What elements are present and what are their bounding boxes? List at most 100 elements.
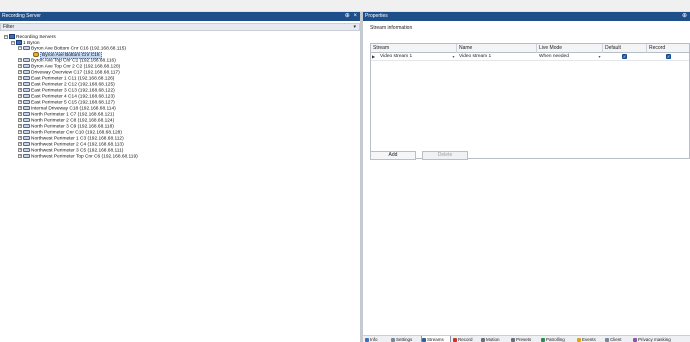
expand-icon[interactable]: +	[18, 64, 22, 68]
tree-node-label: East Perimeter 3 C13 (192.168.68.122)	[31, 88, 115, 94]
expand-icon[interactable]: +	[18, 154, 22, 158]
tree-node-label: Byron Ave Top Cnr 2 C2 (192.168.68.120)	[31, 64, 121, 70]
tab-label: Presets	[516, 337, 532, 342]
column-header-name[interactable]: Name	[457, 44, 537, 53]
tree-node-label: East Perimeter 5 C15 (192.168.68.127)	[31, 100, 115, 106]
expand-icon[interactable]: +	[18, 136, 22, 140]
tab-streams[interactable]: Streams	[421, 336, 451, 342]
properties-header: Properties ⊕	[363, 12, 690, 21]
tab-settings[interactable]: Settings	[391, 336, 419, 342]
tab-label: Motion	[486, 337, 500, 342]
tree-node-label: East Perimeter 4 C14 (192.168.68.123)	[31, 94, 115, 100]
camera-icon	[23, 130, 30, 134]
tree-node-label: North Perimeter 2 C8 (192.168.68.124)	[31, 118, 115, 124]
tab-privacy-masking[interactable]: Privacy masking	[633, 336, 677, 342]
column-header-default[interactable]: Default	[603, 44, 647, 53]
tab-label: Streams	[427, 337, 444, 342]
tree-node-label: North Perimeter 3 C9 (192.168.68.118)	[31, 124, 114, 130]
server-group-icon	[9, 34, 15, 39]
default-checkbox[interactable]: ✓	[622, 54, 627, 59]
expand-icon[interactable]: +	[18, 148, 22, 152]
tree-node-label: Northwest Perimeter 3 C5 (192.168.68.111…	[31, 148, 124, 154]
camera-icon	[23, 46, 30, 50]
tree-node-label: Byron Ave Bottom Cnr C16 (192.168.68.115…	[31, 46, 127, 52]
camera-icon	[23, 82, 30, 86]
tab-label: Record	[458, 337, 473, 342]
camera-icon	[23, 100, 30, 104]
tab-motion[interactable]: Motion	[481, 336, 509, 342]
record-checkbox[interactable]: ✓	[666, 54, 671, 59]
chevron-down-icon[interactable]: ▾	[597, 54, 602, 59]
chevron-down-icon[interactable]: ▾	[353, 24, 356, 30]
collapse-icon[interactable]: −	[18, 46, 22, 50]
close-icon[interactable]: ×	[353, 13, 357, 19]
camera-icon	[23, 88, 30, 92]
tab-info[interactable]: Info	[365, 336, 389, 342]
stream-table: Stream Name Live Mode Default Record ▶ V…	[370, 43, 690, 159]
info-tab-icon	[365, 337, 369, 342]
camera-icon	[23, 148, 30, 152]
column-header-record[interactable]: Record	[647, 44, 690, 53]
expand-icon[interactable]: +	[18, 130, 22, 134]
camera-icon	[23, 64, 30, 68]
column-header-stream[interactable]: Stream	[371, 44, 457, 53]
properties-pane: Properties ⊕ Stream information Stream N…	[363, 12, 690, 342]
name-cell[interactable]: Video stream 1	[457, 53, 537, 61]
expand-icon[interactable]: +	[18, 88, 22, 92]
tab-client[interactable]: Client	[605, 336, 631, 342]
camera-icon	[23, 154, 30, 158]
tab-label: Info	[370, 337, 378, 342]
recording-server-header: Recording Server ⊕ ×	[0, 12, 360, 21]
camera-icon	[23, 94, 30, 98]
tab-label: Events	[582, 337, 596, 342]
collapse-icon[interactable]: −	[4, 34, 8, 39]
live-mode-cell[interactable]: When needed ▾	[537, 53, 603, 61]
client-tab-icon	[605, 337, 609, 342]
table-row[interactable]: ▶ Video stream 1 ▾ Video stream 1 When n…	[371, 53, 689, 61]
tree-node-label: Driveway Overview C17 (192.168.68.117)	[31, 70, 120, 76]
pane-buttons: ⊕	[682, 12, 687, 21]
chevron-down-icon[interactable]: ▾	[451, 54, 456, 59]
presets-tab-icon	[511, 337, 515, 342]
column-header-live-mode[interactable]: Live Mode	[537, 44, 603, 53]
top-toolbar-strip	[0, 0, 690, 12]
pane-title: Recording Server	[2, 13, 41, 19]
tab-record[interactable]: Record	[453, 336, 479, 342]
patrolling-tab-icon	[541, 337, 545, 342]
stream-icon	[33, 52, 39, 57]
expand-icon[interactable]: +	[18, 58, 22, 62]
tab-label: Privacy masking	[638, 337, 671, 342]
camera-icon	[23, 124, 30, 128]
camera-icon	[23, 112, 30, 116]
expand-icon[interactable]: +	[18, 100, 22, 104]
delete-button[interactable]: Delete	[422, 151, 468, 160]
expand-icon[interactable]: +	[18, 70, 22, 74]
tab-presets[interactable]: Presets	[511, 336, 539, 342]
add-button[interactable]: Add	[370, 151, 416, 160]
pin-icon[interactable]: ⊕	[682, 13, 687, 19]
tree-node-label: Byron Ave Top Cnr C1 (192.168.68.116)	[31, 58, 116, 64]
expand-icon[interactable]: +	[18, 76, 22, 80]
tab-patrolling[interactable]: Patrolling	[541, 336, 575, 342]
camera-icon	[23, 58, 30, 62]
filter-bar[interactable]: Filter ▾	[0, 23, 360, 31]
tree-node-camera[interactable]: + Northwest Perimeter Top Cnr C6 (192.168…	[18, 154, 138, 160]
expand-icon[interactable]: +	[18, 112, 22, 116]
privacy-masking-tab-icon	[633, 337, 637, 342]
pin-icon[interactable]: ⊕	[345, 13, 350, 19]
expand-icon[interactable]: +	[18, 94, 22, 98]
expand-icon[interactable]: +	[18, 106, 22, 110]
stream-cell[interactable]: Video stream 1 ▾	[378, 53, 457, 61]
camera-icon	[23, 106, 30, 110]
expand-icon[interactable]: +	[18, 118, 22, 122]
collapse-icon[interactable]: −	[11, 40, 15, 45]
expand-icon[interactable]: +	[18, 124, 22, 128]
tree-node-label: East Perimeter 1 C11 (192.168.68.126)	[31, 76, 115, 82]
expand-icon[interactable]: +	[18, 142, 22, 146]
tab-label: Settings	[396, 337, 413, 342]
camera-icon	[23, 142, 30, 146]
section-title: Stream information	[370, 25, 413, 31]
expand-icon[interactable]: +	[18, 82, 22, 86]
tab-events[interactable]: Events	[577, 336, 603, 342]
streams-tab-icon	[422, 337, 426, 342]
